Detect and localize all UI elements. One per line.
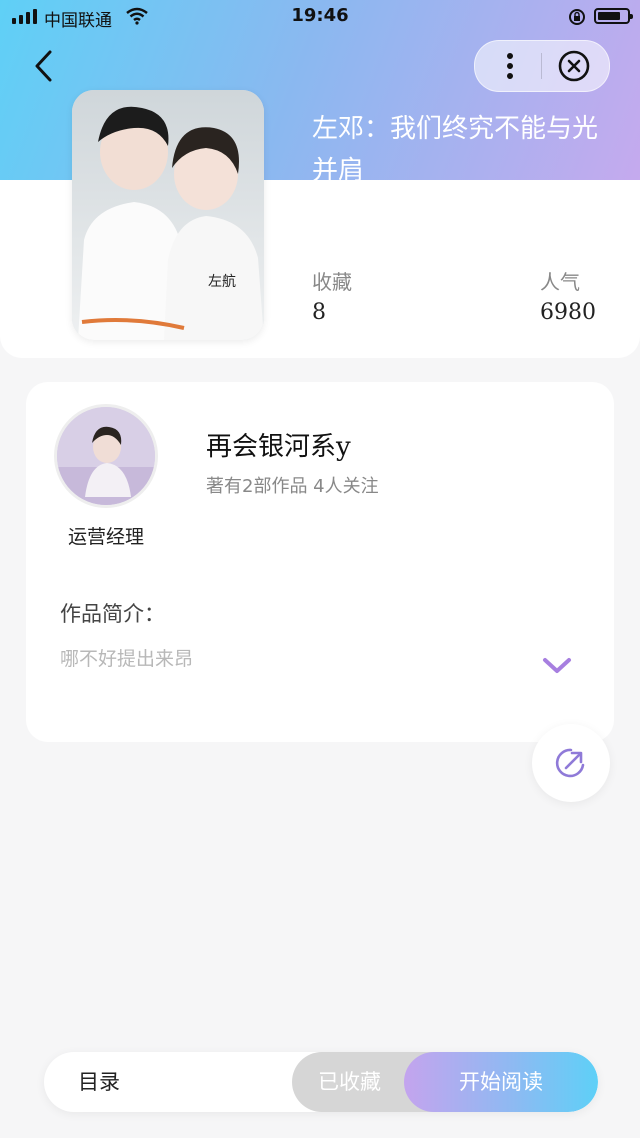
more-icon[interactable] bbox=[495, 41, 525, 91]
avatar[interactable] bbox=[54, 404, 158, 508]
author-card: 运营经理 再会银河系y 著有2部作品 4人关注 作品简介： 哪不好提出来昂 bbox=[26, 382, 614, 742]
book-cover[interactable]: 左航 bbox=[72, 90, 264, 340]
chevron-down-icon[interactable] bbox=[540, 654, 574, 678]
word-count: 1378字 bbox=[391, 206, 470, 231]
book-title: 左邓：我们终究不能与光并肩 bbox=[312, 114, 599, 186]
status-bar: 中国联通 19:46 bbox=[0, 0, 640, 34]
popularity-label: 人气 bbox=[540, 270, 580, 294]
favorites-count: 8 bbox=[312, 300, 326, 325]
close-icon[interactable] bbox=[557, 49, 591, 83]
share-icon bbox=[555, 748, 585, 778]
capsule-divider bbox=[541, 53, 542, 79]
intro-heading: 作品简介： bbox=[60, 602, 165, 626]
book-meta: 连载 | 1378字 bbox=[312, 200, 469, 232]
author-info: 著有2部作品 4人关注 bbox=[206, 476, 379, 497]
battery-icon bbox=[594, 8, 633, 24]
share-button[interactable] bbox=[532, 724, 610, 802]
mini-program-capsule bbox=[474, 40, 610, 92]
book-status: 连载 bbox=[312, 206, 357, 231]
battery-level bbox=[598, 12, 620, 20]
bottom-action-bar: 目录 已收藏 开始阅读 bbox=[44, 1052, 598, 1112]
author-role: 运营经理 bbox=[67, 526, 144, 548]
cover-shirt-text: 左航 bbox=[208, 274, 236, 290]
toc-button[interactable]: 目录 bbox=[78, 1052, 120, 1112]
start-reading-button[interactable]: 开始阅读 bbox=[404, 1052, 598, 1112]
meta-separator: | bbox=[370, 206, 378, 231]
popularity-count: 6980 bbox=[540, 300, 596, 325]
back-icon[interactable] bbox=[30, 48, 60, 84]
favorites-label: 收藏 bbox=[312, 270, 352, 294]
clock: 19:46 bbox=[291, 5, 349, 26]
intro-text: 哪不好提出来昂 bbox=[60, 648, 194, 670]
author-name[interactable]: 再会银河系y bbox=[206, 426, 351, 463]
lock-icon bbox=[569, 9, 585, 25]
